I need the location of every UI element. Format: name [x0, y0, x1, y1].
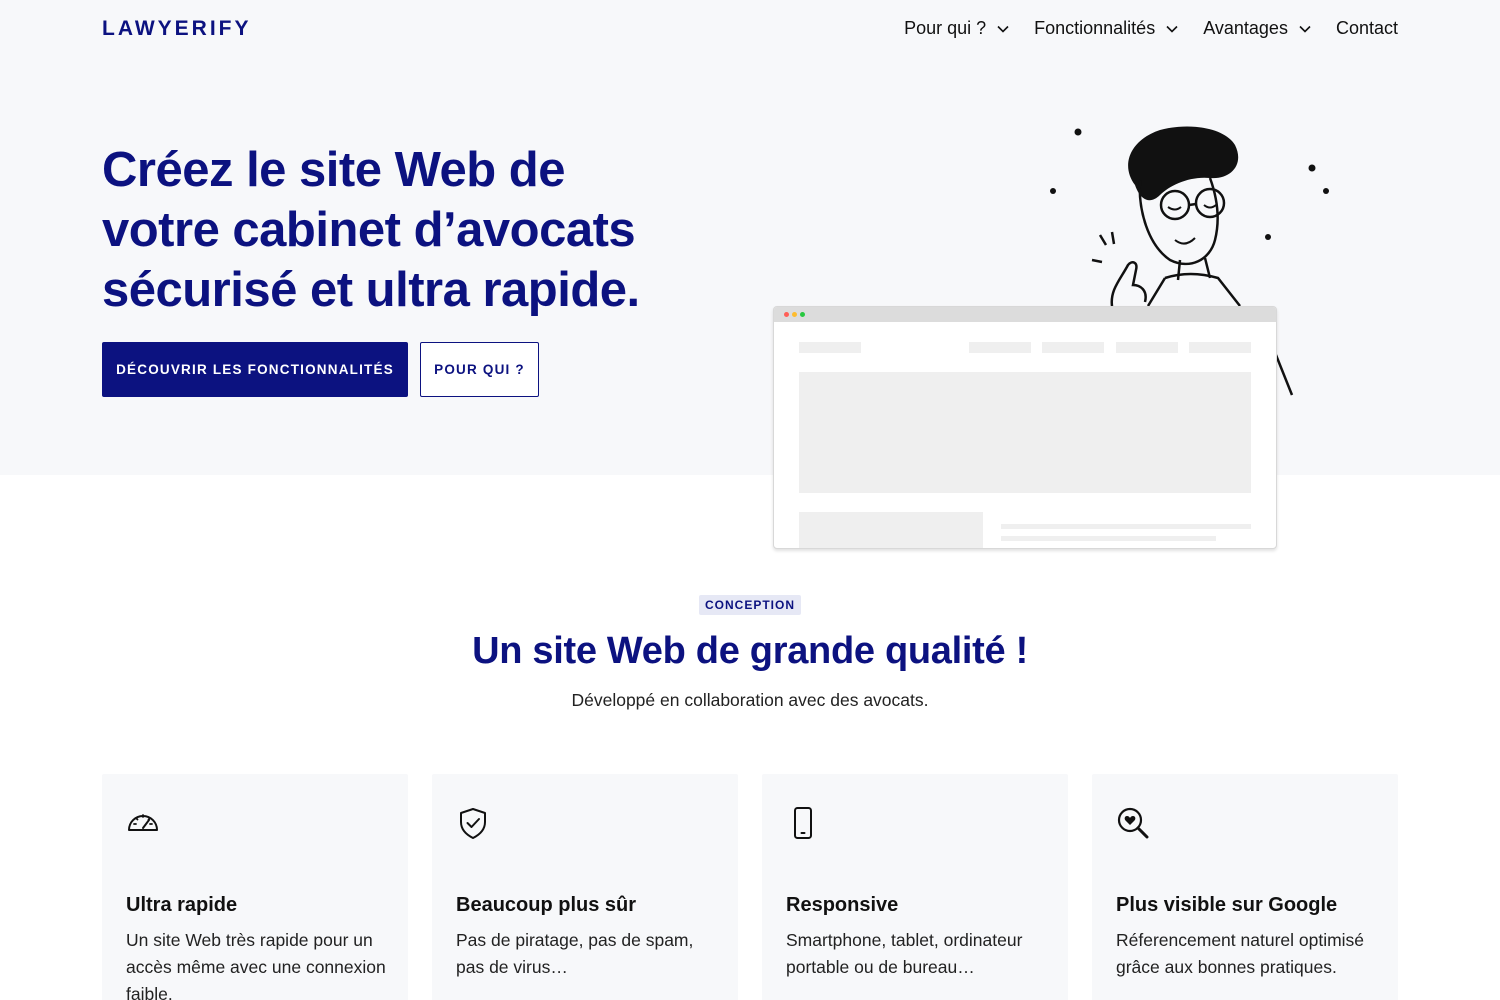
feature-text: Réferencement naturel optimisé grâce aux…	[1116, 930, 1365, 977]
mock-nav-item	[1189, 342, 1251, 353]
nav-item-label: Avantages	[1203, 18, 1288, 38]
mock-text-line	[1001, 524, 1251, 529]
feature-title: Ultra rapide	[126, 894, 238, 916]
hero-title-line: sécurisé et ultra rapide.	[102, 263, 640, 317]
nav-item-avantages[interactable]: Avantages	[1203, 18, 1312, 39]
nav-item-label: Fonctionnalités	[1034, 18, 1156, 38]
section-tag: CONCEPTION	[699, 595, 801, 615]
feature-text: Un site Web très rapide pour un accès mê…	[126, 930, 386, 1000]
mock-text-line	[1001, 536, 1216, 541]
browser-titlebar	[774, 307, 1276, 322]
search-heart-icon	[1117, 807, 1149, 839]
nav-item-contact[interactable]: Contact	[1336, 18, 1398, 39]
nav-item-label: Contact	[1335, 18, 1398, 38]
mock-hero	[799, 372, 1251, 493]
feature-card-responsive: Responsive Smartphone, tablet, ordinateu…	[762, 774, 1068, 1000]
feature-text: Smartphone, tablet, ordinateur portable …	[786, 930, 1023, 977]
feature-title: Plus visible sur Google	[1116, 894, 1338, 916]
mock-nav-item	[1042, 342, 1104, 353]
feature-title: Responsive	[786, 894, 899, 916]
chevron-down-icon	[997, 25, 1009, 33]
logo[interactable]: LAWYERIFY	[102, 17, 252, 41]
shield-check-icon	[460, 808, 486, 839]
feature-card-speed: Ultra rapide Un site Web très rapide pou…	[102, 774, 408, 1000]
section-subtitle: Développé en collaboration avec des avoc…	[571, 690, 929, 710]
discover-features-button[interactable]: DÉCOUVRIR LES FONCTIONNALITÉS	[102, 342, 408, 397]
section-title: Un site Web de grande qualité !	[472, 630, 1028, 672]
mock-nav-item	[969, 342, 1031, 353]
nav-item-fonctionnalites[interactable]: Fonctionnalités	[1034, 18, 1179, 39]
maximize-dot-icon	[800, 312, 805, 317]
minimize-dot-icon	[792, 312, 797, 317]
feature-card-security: Beaucoup plus sûr Pas de piratage, pas d…	[432, 774, 738, 1000]
hero-title-line: Créez le site Web de	[102, 143, 565, 197]
smartphone-icon	[794, 807, 812, 839]
feature-title: Beaucoup plus sûr	[456, 894, 637, 916]
feature-text: Pas de piratage, pas de spam, pas de vir…	[456, 930, 694, 977]
close-dot-icon	[784, 312, 789, 317]
for-whom-button[interactable]: POUR QUI ?	[420, 342, 539, 397]
hero-title-line: votre cabinet d’avocats	[102, 203, 636, 257]
main-nav: Pour qui ? Fonctionnalités Avantages Con…	[904, 18, 1398, 39]
feature-card-seo: Plus visible sur Google Réferencement na…	[1092, 774, 1398, 1000]
chevron-down-icon	[1166, 25, 1178, 33]
hero-title: Créez le site Web de votre cabinet d’avo…	[102, 140, 702, 320]
mock-nav-item	[1116, 342, 1178, 353]
mock-image	[799, 512, 983, 548]
nav-item-pour-qui[interactable]: Pour qui ?	[904, 18, 1010, 39]
chevron-down-icon	[1299, 25, 1311, 33]
browser-mockup	[773, 306, 1277, 549]
nav-item-label: Pour qui ?	[904, 18, 987, 38]
mock-logo	[799, 342, 861, 353]
speedometer-icon	[128, 814, 158, 831]
